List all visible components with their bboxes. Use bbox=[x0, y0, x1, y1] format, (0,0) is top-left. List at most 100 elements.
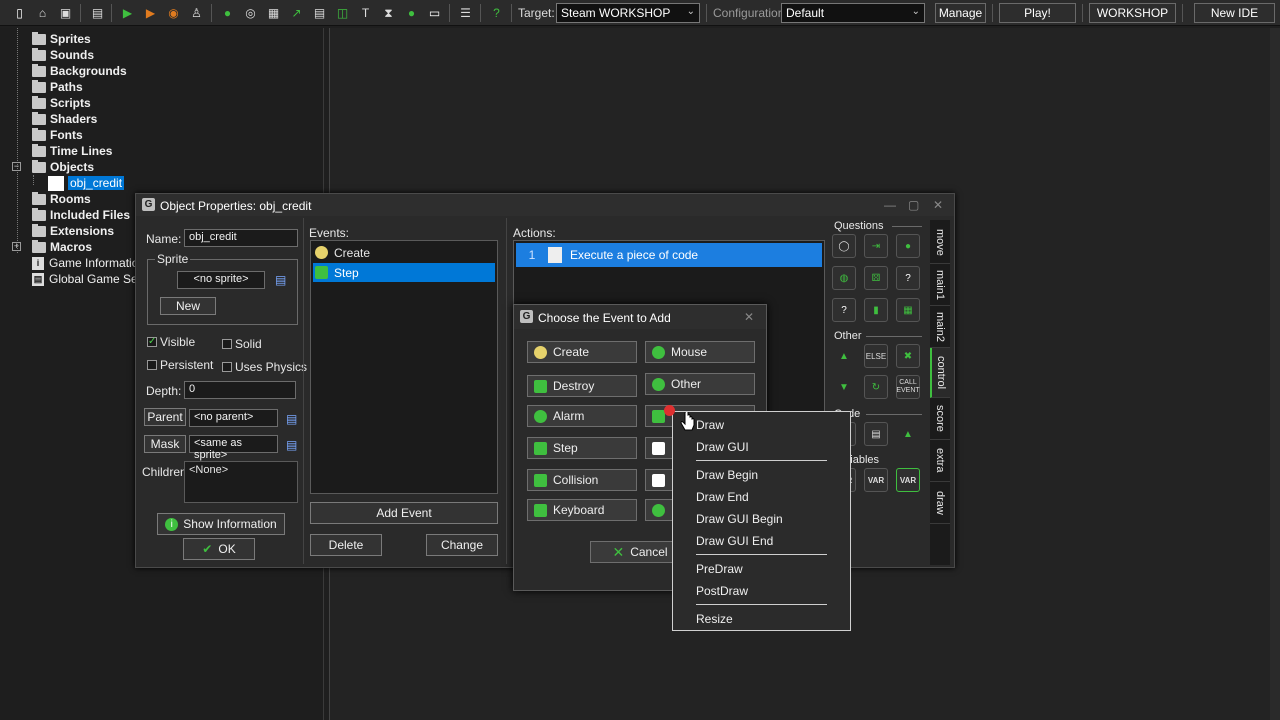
event-destroy-button[interactable]: Destroy bbox=[527, 375, 637, 397]
tree-folder-shaders[interactable]: Shaders bbox=[32, 111, 97, 127]
check-collision-icon[interactable]: ⇥ bbox=[864, 234, 888, 258]
manage-button[interactable]: Manage bbox=[935, 3, 986, 23]
tab-draw[interactable]: draw bbox=[930, 482, 950, 524]
draw-variable-icon[interactable]: VAR bbox=[896, 468, 920, 492]
comment-icon[interactable]: ▲ bbox=[896, 422, 920, 446]
run-icon[interactable]: ▶ bbox=[120, 5, 135, 20]
depth-input[interactable]: 0 bbox=[184, 381, 296, 399]
workshop-button[interactable]: WORKSHOP bbox=[1089, 3, 1176, 23]
tree-folder-rooms[interactable]: Rooms bbox=[32, 191, 91, 207]
new-project-icon[interactable]: ▯ bbox=[12, 5, 27, 20]
play-button[interactable]: Play! bbox=[999, 3, 1076, 23]
menu-item-draw-end[interactable]: Draw End bbox=[696, 490, 749, 504]
events-list[interactable]: Create Step bbox=[310, 240, 498, 494]
tree-item-obj-credit[interactable]: obj_credit bbox=[48, 175, 125, 191]
sprite-icon[interactable]: ● bbox=[220, 5, 235, 20]
tab-extra[interactable]: extra bbox=[930, 440, 950, 482]
check-mouse-icon[interactable]: ▮ bbox=[864, 298, 888, 322]
collapse-icon[interactable]: − bbox=[12, 162, 21, 171]
menu-item-draw-gui-begin[interactable]: Draw GUI Begin bbox=[696, 512, 783, 526]
sprite-select[interactable]: <no sprite> bbox=[177, 271, 265, 289]
debug-icon[interactable]: ▶ bbox=[143, 5, 158, 20]
mask-button[interactable]: Mask bbox=[144, 435, 186, 453]
tab-main1[interactable]: main1 bbox=[930, 264, 950, 306]
show-information-button[interactable]: i Show Information bbox=[157, 513, 285, 535]
object-properties-titlebar[interactable]: G Object Properties: obj_credit — ▢ ✕ bbox=[136, 194, 954, 216]
menu-item-draw-gui[interactable]: Draw GUI bbox=[696, 440, 749, 454]
new-ide-button[interactable]: New IDE bbox=[1194, 3, 1275, 23]
script-icon[interactable]: ▤ bbox=[312, 5, 327, 20]
mask-menu-icon[interactable]: ▤ bbox=[286, 438, 297, 452]
sound-icon[interactable]: ◎ bbox=[243, 5, 258, 20]
tree-folder-sprites[interactable]: Sprites bbox=[32, 31, 91, 47]
shader-icon[interactable]: ◫ bbox=[335, 5, 350, 20]
add-event-button[interactable]: Add Event bbox=[310, 502, 498, 524]
tree-folder-backgrounds[interactable]: Backgrounds bbox=[32, 63, 127, 79]
new-sprite-button[interactable]: New bbox=[160, 297, 216, 315]
parent-select[interactable]: <no parent> bbox=[189, 409, 278, 427]
check-question-icon[interactable]: ? bbox=[896, 266, 920, 290]
tree-item-game-information[interactable]: i Game Information bbox=[32, 255, 145, 271]
tab-move[interactable]: move bbox=[930, 222, 950, 264]
tree-folder-scripts[interactable]: Scripts bbox=[32, 95, 91, 111]
room-icon[interactable]: ▭ bbox=[427, 5, 442, 20]
parent-button[interactable]: Parent bbox=[144, 408, 186, 426]
tree-folder-sounds[interactable]: Sounds bbox=[32, 47, 94, 63]
test-instance-count-icon[interactable]: ◍ bbox=[832, 266, 856, 290]
check-grid-icon[interactable]: ▦ bbox=[896, 298, 920, 322]
create-executable-icon[interactable]: ▤ bbox=[90, 5, 105, 20]
open-project-icon[interactable]: ⌂ bbox=[35, 5, 50, 20]
name-input[interactable]: obj_credit bbox=[184, 229, 298, 247]
change-event-button[interactable]: Change bbox=[426, 534, 498, 556]
tab-control[interactable]: control bbox=[930, 348, 950, 398]
parent-menu-icon[interactable]: ▤ bbox=[286, 412, 297, 426]
event-row-create[interactable]: Create bbox=[313, 243, 495, 262]
path-icon[interactable]: ↗ bbox=[289, 5, 304, 20]
save-project-icon[interactable]: ▣ bbox=[58, 5, 73, 20]
sprite-menu-icon[interactable]: ▤ bbox=[275, 273, 286, 287]
execute-script-icon[interactable]: ▤ bbox=[864, 422, 888, 446]
event-other-button[interactable]: Other bbox=[645, 373, 755, 395]
clean-icon[interactable]: ♙ bbox=[189, 5, 204, 20]
event-collision-button[interactable]: Collision bbox=[527, 469, 637, 491]
event-keyboard-button[interactable]: Keyboard bbox=[527, 499, 637, 521]
visible-checkbox[interactable]: ✓ bbox=[147, 337, 157, 347]
tree-folder-paths[interactable]: Paths bbox=[32, 79, 83, 95]
close-icon[interactable]: ✕ bbox=[933, 198, 943, 212]
target-select[interactable]: Steam WORKSHOP ⌄ bbox=[556, 3, 700, 23]
menu-item-predraw[interactable]: PreDraw bbox=[696, 562, 743, 576]
ok-button[interactable]: ✔ OK bbox=[183, 538, 255, 560]
solid-checkbox[interactable] bbox=[222, 339, 232, 349]
tree-folder-objects[interactable]: Objects bbox=[32, 159, 94, 175]
choose-event-titlebar[interactable]: G Choose the Event to Add ✕ bbox=[514, 305, 766, 329]
font-icon[interactable]: T bbox=[358, 5, 373, 20]
help-icon[interactable]: ? bbox=[489, 5, 504, 20]
menu-item-draw[interactable]: Draw bbox=[696, 418, 724, 432]
close-icon[interactable]: ✕ bbox=[744, 310, 754, 324]
menu-item-draw-gui-end[interactable]: Draw GUI End bbox=[696, 534, 773, 548]
test-chance-icon[interactable]: ⚄ bbox=[864, 266, 888, 290]
minimize-icon[interactable]: — bbox=[884, 198, 896, 212]
else-icon[interactable]: ELSE bbox=[864, 344, 888, 368]
menu-item-postdraw[interactable]: PostDraw bbox=[696, 584, 748, 598]
game-settings-icon[interactable]: ☰ bbox=[458, 5, 473, 20]
check-empty-icon[interactable]: ◯ bbox=[832, 234, 856, 258]
workspace-scrollbar[interactable] bbox=[1270, 28, 1280, 720]
configuration-select[interactable]: Default ⌄ bbox=[781, 3, 925, 23]
tree-folder-extensions[interactable]: Extensions bbox=[32, 223, 114, 239]
menu-item-resize[interactable]: Resize bbox=[696, 612, 733, 626]
uses-physics-checkbox[interactable] bbox=[222, 362, 232, 372]
event-alarm-button[interactable]: Alarm bbox=[527, 405, 637, 427]
tree-folder-fonts[interactable]: Fonts bbox=[32, 127, 83, 143]
persistent-checkbox[interactable] bbox=[147, 360, 157, 370]
event-mouse-button[interactable]: Mouse bbox=[645, 341, 755, 363]
tree-item-global-game-settings[interactable]: ▤ Global Game Sett bbox=[32, 271, 144, 287]
tree-folder-time-lines[interactable]: Time Lines bbox=[32, 143, 112, 159]
test-variable-icon[interactable]: VAR bbox=[864, 468, 888, 492]
tab-score[interactable]: score bbox=[930, 398, 950, 440]
menu-item-draw-begin[interactable]: Draw Begin bbox=[696, 468, 758, 482]
check-object-icon[interactable]: ● bbox=[896, 234, 920, 258]
tree-folder-macros[interactable]: Macros bbox=[32, 239, 92, 255]
exit-event-icon[interactable]: ✖ bbox=[896, 344, 920, 368]
timeline-icon[interactable]: ⧗ bbox=[381, 5, 396, 20]
